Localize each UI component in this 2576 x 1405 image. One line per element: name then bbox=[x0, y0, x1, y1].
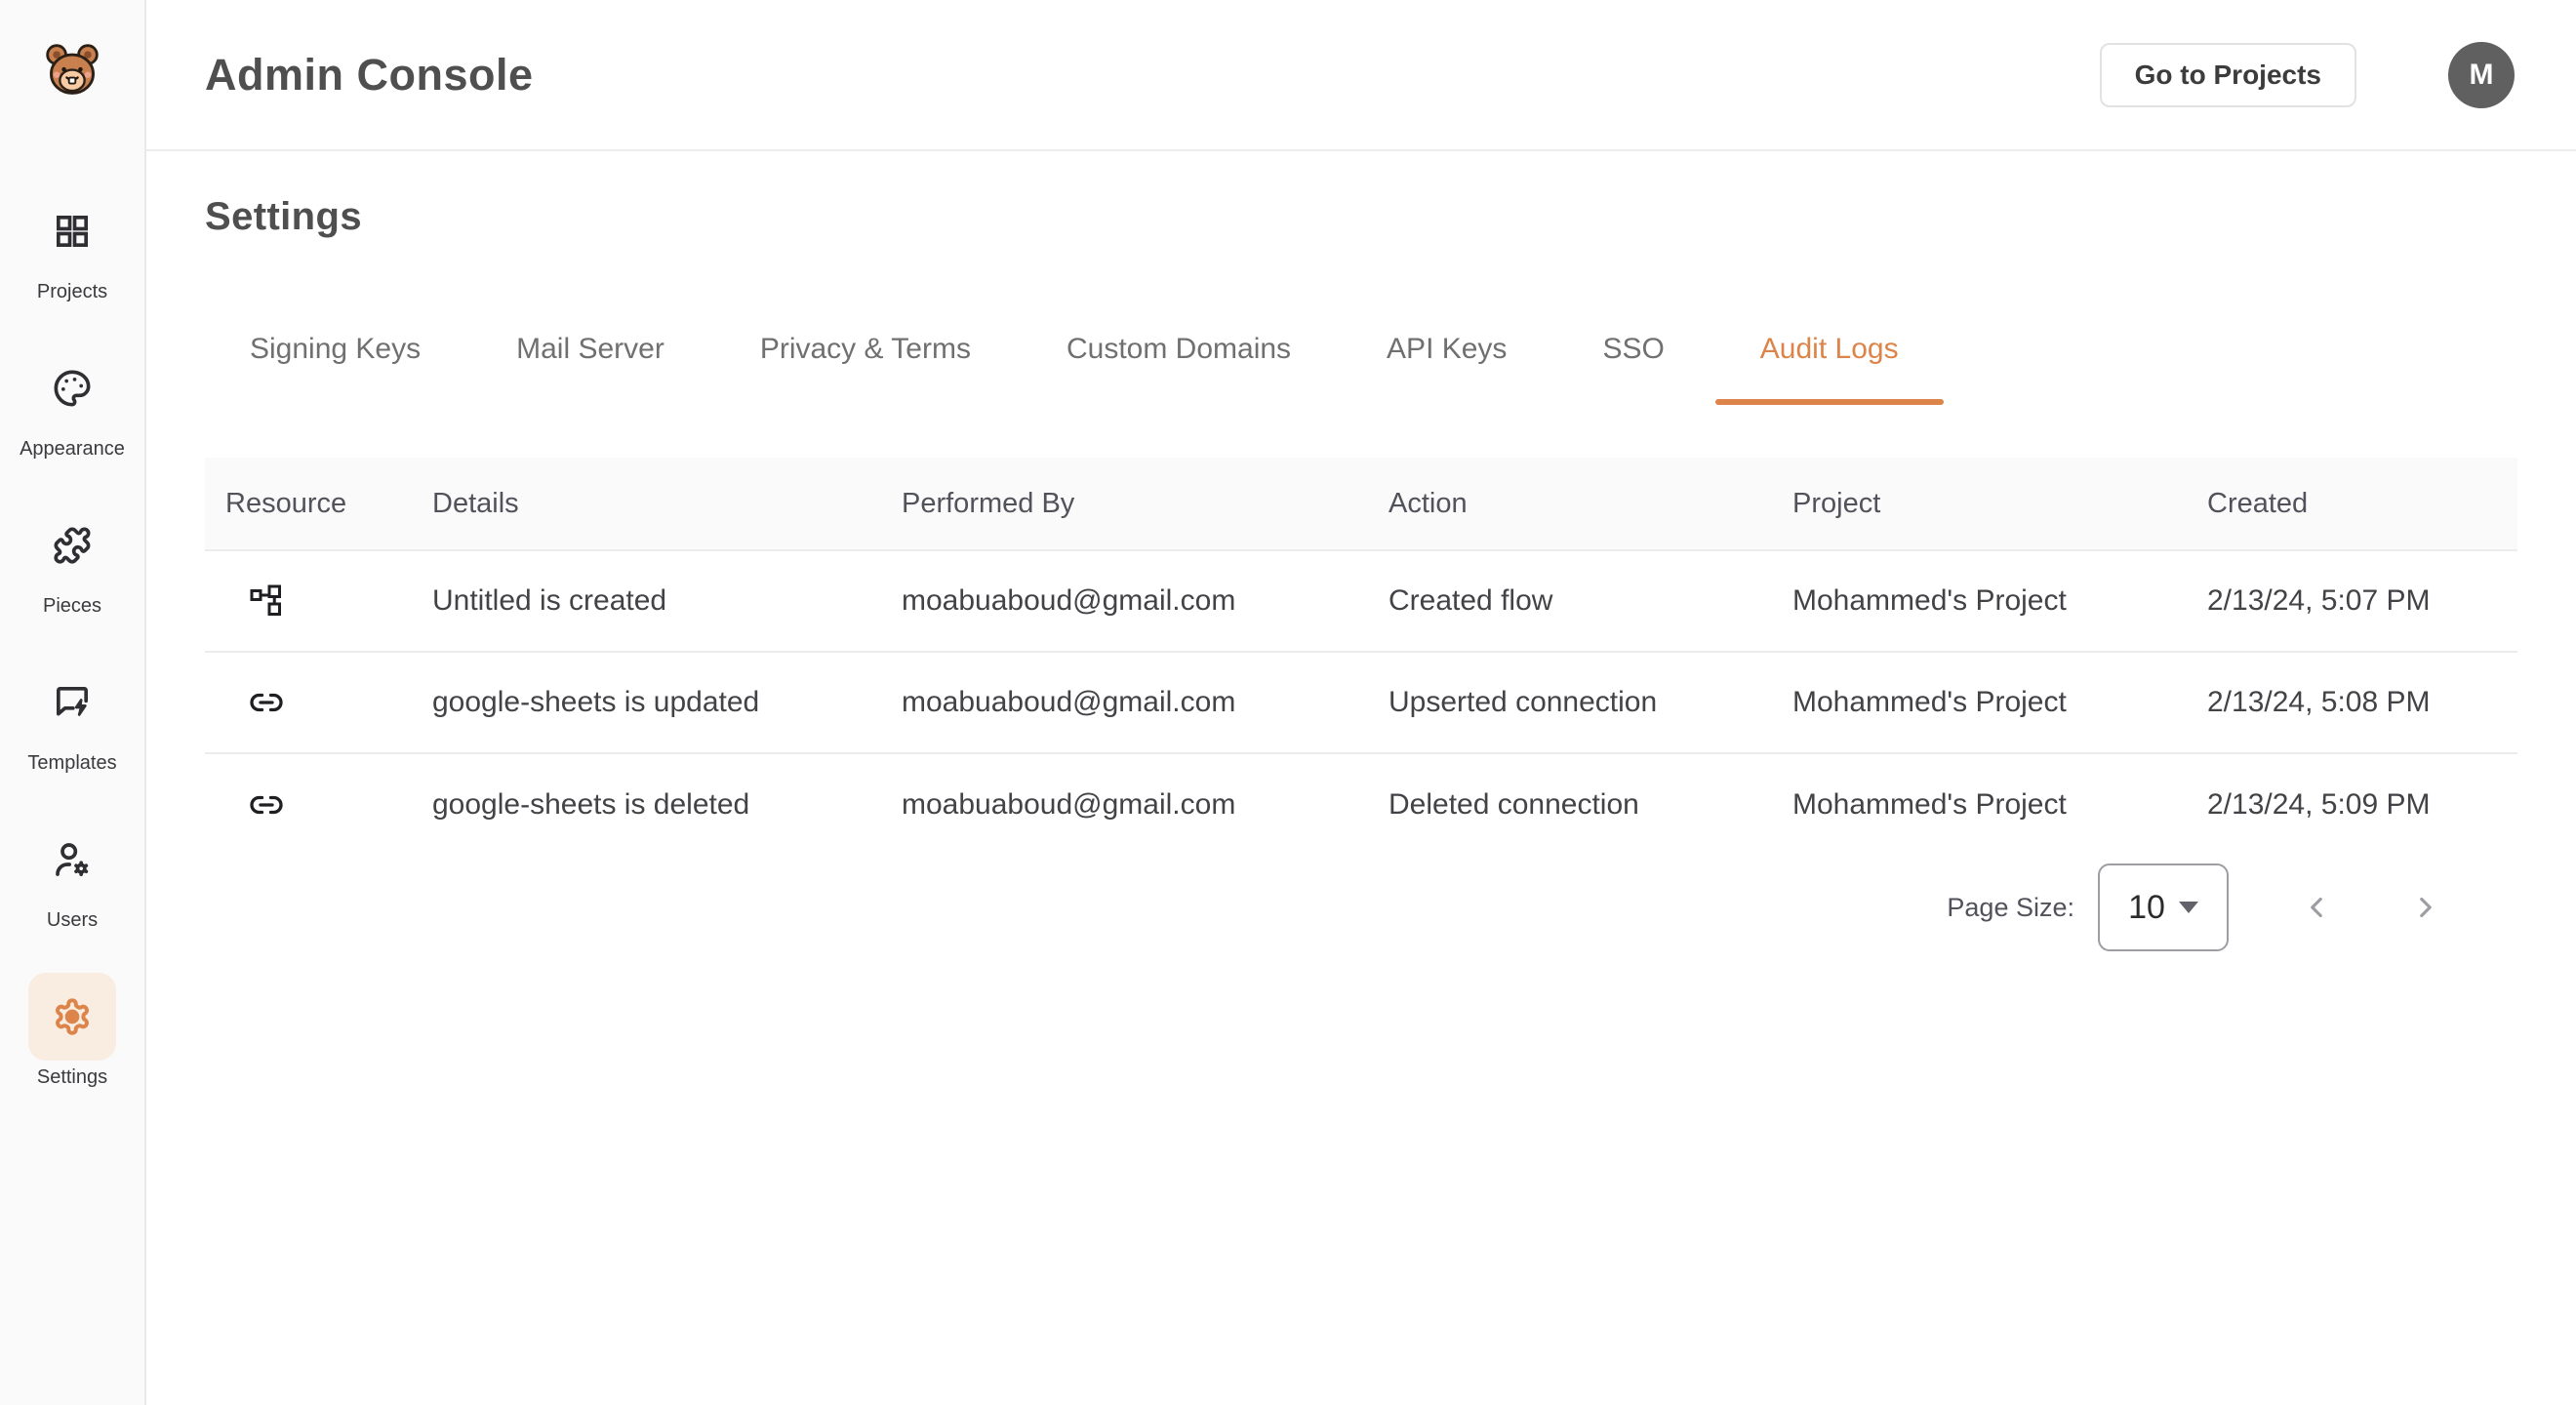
details-cell: google-sheets is updated bbox=[432, 652, 902, 753]
action-cell: Upserted connection bbox=[1389, 652, 1792, 753]
sidebar-item-projects[interactable]: Projects bbox=[28, 187, 116, 303]
chevron-down-icon bbox=[2179, 902, 2198, 913]
tab-custom-domains[interactable]: Custom Domains bbox=[1022, 333, 1336, 405]
performed-by-cell: moabuaboud@gmail.com bbox=[902, 652, 1389, 753]
details-cell: Untitled is created bbox=[432, 550, 902, 652]
audit-logs-table: Resource Details Performed By Action Pro… bbox=[205, 458, 2517, 855]
table-row: Untitled is created moabuaboud@gmail.com… bbox=[205, 550, 2517, 652]
action-cell: Deleted connection bbox=[1389, 753, 1792, 855]
sidebar-item-label: Pieces bbox=[43, 595, 101, 618]
app-title: Admin Console bbox=[205, 50, 534, 100]
page-size-label: Page Size: bbox=[1947, 893, 2074, 923]
column-header-project: Project bbox=[1792, 458, 2207, 550]
table-header-row: Resource Details Performed By Action Pro… bbox=[205, 458, 2517, 550]
resource-cell bbox=[205, 550, 432, 652]
top-bar-right: Go to Projects M bbox=[2100, 42, 2515, 108]
project-cell: Mohammed's Project bbox=[1792, 550, 2207, 652]
sidebar-item-label: Appearance bbox=[20, 438, 125, 461]
admin-console-app: Projects Appearance bbox=[0, 0, 2576, 1405]
created-cell: 2/13/24, 5:09 PM bbox=[2207, 753, 2517, 855]
page-title: Settings bbox=[205, 195, 2517, 239]
column-header-resource: Resource bbox=[205, 458, 432, 550]
details-cell: google-sheets is deleted bbox=[432, 753, 902, 855]
created-cell: 2/13/24, 5:07 PM bbox=[2207, 550, 2517, 652]
column-header-created: Created bbox=[2207, 458, 2517, 550]
column-header-performed-by: Performed By bbox=[902, 458, 1389, 550]
performed-by-cell: moabuaboud@gmail.com bbox=[902, 753, 1389, 855]
top-bar: Admin Console Go to Projects M bbox=[146, 0, 2576, 151]
main-area: Admin Console Go to Projects M Settings … bbox=[146, 0, 2576, 1405]
tab-privacy-terms[interactable]: Privacy & Terms bbox=[715, 333, 1016, 405]
template-bolt-icon bbox=[28, 659, 116, 746]
sidebar-item-templates[interactable]: Templates bbox=[27, 659, 116, 775]
resource-cell bbox=[205, 753, 432, 855]
gear-icon bbox=[28, 973, 116, 1061]
page-size-value: 10 bbox=[2128, 889, 2165, 927]
tab-sso[interactable]: SSO bbox=[1557, 333, 1709, 405]
sidebar-nav: Projects Appearance bbox=[20, 187, 125, 1130]
user-avatar[interactable]: M bbox=[2448, 42, 2515, 108]
settings-tabs: Signing Keys Mail Server Privacy & Terms… bbox=[205, 333, 2517, 405]
sidebar-item-pieces[interactable]: Pieces bbox=[28, 502, 116, 618]
app-logo-bear-icon bbox=[43, 41, 101, 100]
sidebar-item-label: Templates bbox=[27, 752, 116, 775]
sidebar-item-users[interactable]: Users bbox=[28, 816, 116, 932]
previous-page-button[interactable] bbox=[2285, 876, 2348, 939]
created-cell: 2/13/24, 5:08 PM bbox=[2207, 652, 2517, 753]
tab-api-keys[interactable]: API Keys bbox=[1342, 333, 1551, 405]
go-to-projects-button[interactable]: Go to Projects bbox=[2100, 43, 2356, 107]
project-cell: Mohammed's Project bbox=[1792, 753, 2207, 855]
performed-by-cell: moabuaboud@gmail.com bbox=[902, 550, 1389, 652]
sidebar-item-label: Settings bbox=[37, 1066, 107, 1089]
settings-content: Settings Signing Keys Mail Server Privac… bbox=[146, 151, 2576, 954]
project-cell: Mohammed's Project bbox=[1792, 652, 2207, 753]
palette-icon bbox=[28, 344, 116, 432]
sidebar-item-label: Projects bbox=[37, 281, 107, 303]
column-header-details: Details bbox=[432, 458, 902, 550]
layout-grid-icon bbox=[28, 187, 116, 275]
next-page-button[interactable] bbox=[2395, 876, 2457, 939]
page-size-select[interactable]: 10 bbox=[2098, 863, 2229, 951]
sidebar-item-settings[interactable]: Settings bbox=[28, 973, 116, 1089]
chevron-left-icon bbox=[2300, 891, 2333, 924]
sidebar-item-appearance[interactable]: Appearance bbox=[20, 344, 125, 461]
table-row: google-sheets is updated moabuaboud@gmai… bbox=[205, 652, 2517, 753]
table-row: google-sheets is deleted moabuaboud@gmai… bbox=[205, 753, 2517, 855]
column-header-action: Action bbox=[1389, 458, 1792, 550]
chevron-right-icon bbox=[2409, 891, 2442, 924]
link-icon bbox=[249, 685, 284, 720]
sidebar: Projects Appearance bbox=[0, 0, 146, 1405]
puzzle-icon bbox=[28, 502, 116, 589]
flow-icon bbox=[249, 583, 284, 619]
link-icon bbox=[249, 787, 284, 823]
pagination-bar: Page Size: 10 bbox=[205, 861, 2517, 954]
action-cell: Created flow bbox=[1389, 550, 1792, 652]
tab-mail-server[interactable]: Mail Server bbox=[471, 333, 709, 405]
resource-cell bbox=[205, 652, 432, 753]
user-cog-icon bbox=[28, 816, 116, 903]
tab-signing-keys[interactable]: Signing Keys bbox=[205, 333, 465, 405]
sidebar-item-label: Users bbox=[47, 909, 98, 932]
tab-audit-logs[interactable]: Audit Logs bbox=[1715, 333, 1944, 405]
